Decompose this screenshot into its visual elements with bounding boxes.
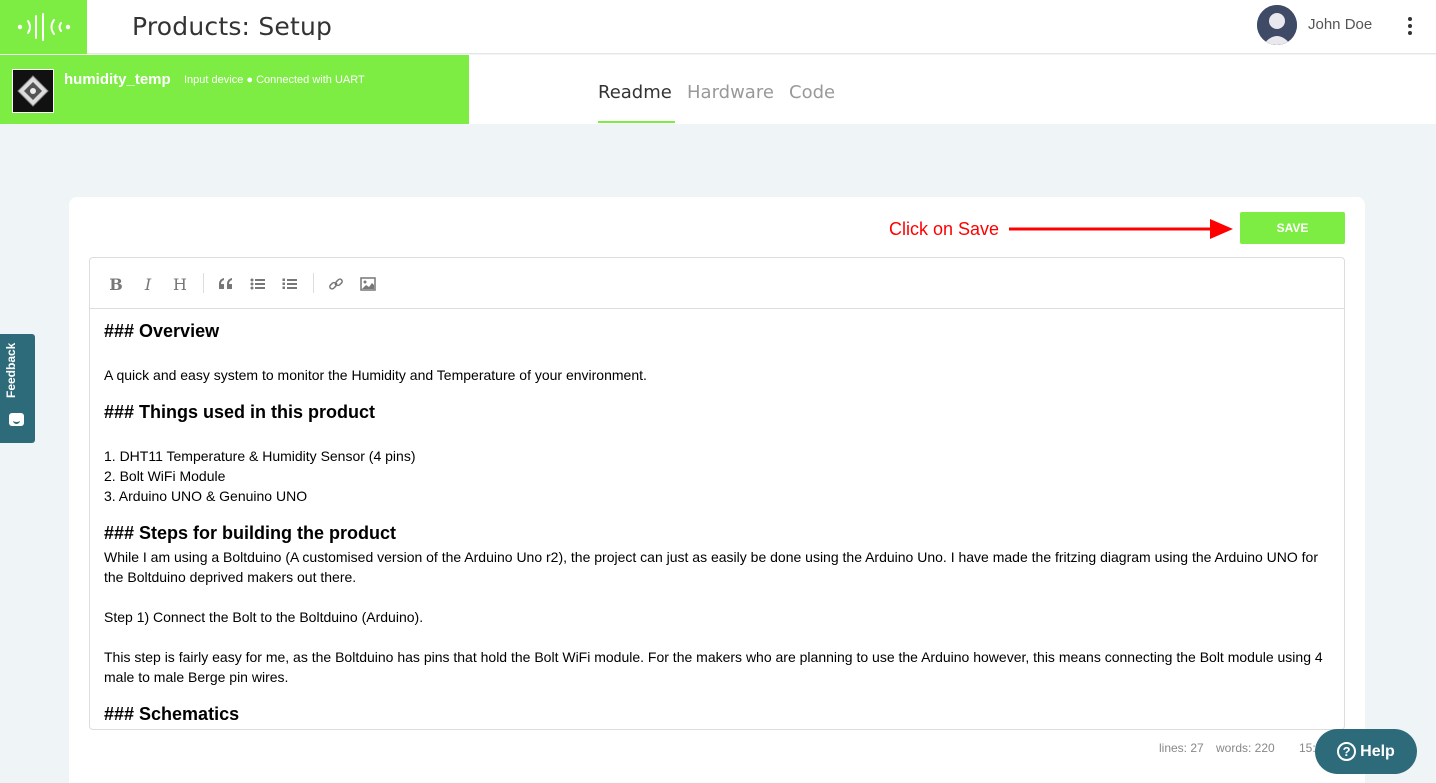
feedback-label: Feedback [4,342,18,398]
heading-steps: ### Steps for building the product [104,523,397,543]
quote-icon[interactable] [213,272,239,296]
list-item: 2. Bolt WiFi Module [104,468,226,484]
link-icon[interactable] [323,272,349,296]
user-name[interactable]: John Doe [1308,16,1372,33]
status-words: words: 220 [1216,741,1275,755]
user-avatar-icon [1257,5,1297,45]
paragraph: While I am using a Boltduino (A customis… [104,549,1319,585]
save-button[interactable]: SAVE [1240,212,1345,244]
unordered-list-icon[interactable] [245,272,271,296]
question-icon: ? [1337,742,1357,761]
active-tab-indicator [598,121,675,123]
device-name: humidity_temp [64,71,171,88]
device-thumbnail-icon [17,75,49,107]
heading-overview: ### Overview [104,321,220,341]
paragraph: A quick and easy system to monitor the H… [104,367,647,383]
more-options-icon[interactable] [1402,14,1418,38]
top-bar: Products: Setup John Doe [0,0,1436,54]
page-title: Products: Setup [132,12,333,41]
status-cursor: 15: [1299,741,1316,755]
toolbar-divider [203,273,204,293]
help-button[interactable]: ? Help [1315,729,1417,774]
annotation-arrow-icon [1009,219,1233,239]
device-info: humidity_temp Input device ● Connected w… [0,55,469,124]
heading-schematics: ### Schematics [104,704,240,724]
feedback-smiley-icon [9,413,24,426]
device-image [12,69,54,113]
editor-content[interactable]: ### Overview A quick and easy system to … [104,309,1332,729]
paragraph: This step is fairly easy for me, as the … [104,649,1323,685]
avatar[interactable] [1257,5,1297,45]
ordered-list-icon[interactable] [277,272,303,296]
paragraph: Step 1) Connect the Bolt to the Boltduin… [104,609,424,625]
markdown-editor: B I H ### Overview A quick and easy syst… [89,257,1345,730]
tab-code[interactable]: Code [789,82,835,103]
image-icon[interactable] [355,272,381,296]
status-lines: lines: 27 [1159,741,1204,755]
italic-button[interactable]: I [135,272,161,296]
heading-things-used: ### Things used in this product [104,402,376,422]
list-item: 1. DHT11 Temperature & Humidity Sensor (… [104,448,416,464]
heading-button[interactable]: H [167,272,193,296]
device-bar: humidity_temp Input device ● Connected w… [0,55,1436,124]
help-label: Help [1360,742,1395,760]
tab-hardware[interactable]: Hardware [687,82,774,103]
editor-toolbar: B I H [90,258,1344,309]
bold-button[interactable]: B [103,272,129,296]
list-item: 3. Arduino UNO & Genuino UNO [104,488,308,504]
feedback-tab[interactable]: Feedback [0,334,35,443]
sound-wave-logo-icon [17,13,70,41]
tab-readme[interactable]: Readme [598,82,672,103]
toolbar-divider [313,273,314,293]
device-meta: Input device ● Connected with UART [184,74,365,86]
logo[interactable] [0,0,87,54]
annotation-text: Click on Save [889,219,1000,239]
